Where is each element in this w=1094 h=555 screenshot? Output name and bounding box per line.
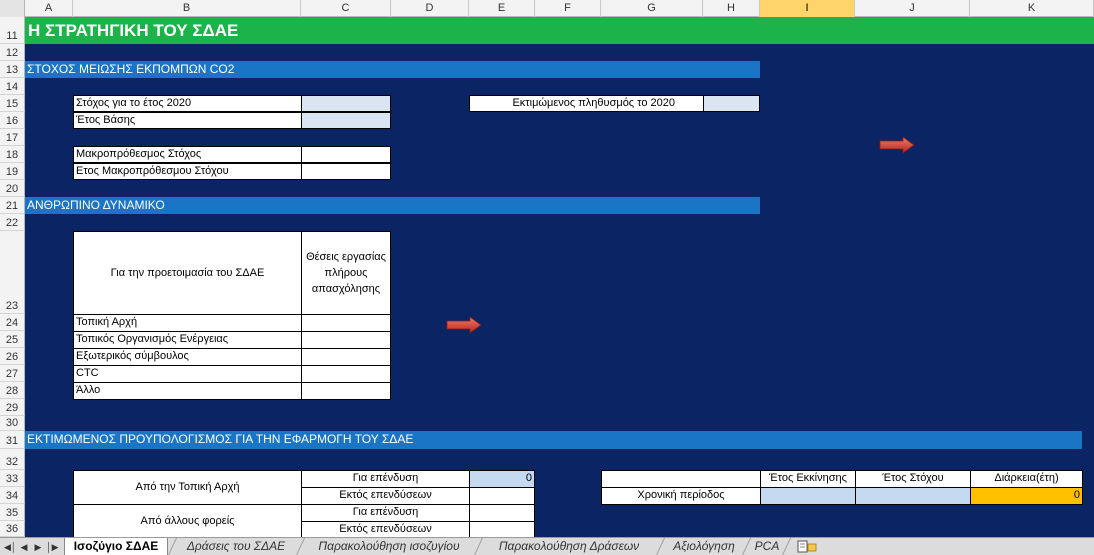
worksheet-grid[interactable]: Η ΣΤΡΑΤΗΓΙΚΗ ΤΟΥ ΣΔΑΕ ΣΤΟΧΟΣ ΜΕΙΩΣΗΣ ΕΚΠ… [25,17,1094,537]
section-heading-co2: ΣΤΟΧΟΣ ΜΕΙΩΣΗΣ ΕΚΠΟΜΠΩΝ CO2 [25,61,760,78]
period-target-year-input[interactable] [855,487,971,505]
row-header[interactable]: 13 [0,61,25,78]
staff-row-label: CTC [73,365,302,383]
row-header[interactable]: 34 [0,487,25,504]
staff-row-value[interactable] [301,331,391,349]
column-header-h[interactable]: H [703,0,760,17]
column-header-b[interactable]: B [73,0,301,17]
row-header[interactable]: 15 [0,95,25,112]
column-header-d[interactable]: D [391,0,469,17]
row-header[interactable]: 28 [0,382,25,399]
budget-other-bodies: Από άλλους φορείς [73,504,302,537]
label-base-year: Έτος Βάσης [73,112,302,129]
column-header-k[interactable]: K [970,0,1094,17]
row-header[interactable]: 32 [0,449,25,470]
period-label: Χρονική περίοδος [601,487,761,505]
next-sheet-icon[interactable]: ▶ [32,540,44,554]
row-header[interactable]: 12 [0,44,25,61]
input-long-term-target[interactable] [301,146,391,163]
period-header-blank [601,470,761,488]
staff-row-label: Άλλο [73,382,302,400]
column-header-c[interactable]: C [301,0,391,17]
insert-sheet-icon[interactable] [796,540,818,553]
row-header[interactable]: 35 [0,504,25,521]
staff-row-value[interactable] [301,348,391,366]
page-title: Η ΣΤΡΑΤΗΓΙΚΗ ΤΟΥ ΣΔΑΕ [25,17,1094,44]
row-header[interactable]: 11 [0,17,25,44]
staff-row-value[interactable] [301,365,391,383]
section-heading-staff: ΑΝΘΡΩΠΙΝΟ ΔΥΝΑΜΙΚΟ [25,197,760,214]
row-header[interactable]: 17 [0,129,25,146]
label-long-term-year: Ετος Μακροπρόθεσμου Στόχου [73,163,302,180]
first-sheet-icon[interactable]: ◀│ [4,540,17,554]
budget-other-non-investment-input[interactable] [469,521,535,537]
period-start-year-input[interactable] [760,487,856,505]
last-sheet-icon[interactable]: │▶ [46,540,59,554]
period-header-target-year: Έτος Στόχου [855,470,971,488]
column-header-g[interactable]: G [601,0,703,17]
tab-isozygio[interactable]: Ισοζύγιο ΣΔΑΕ [64,538,168,555]
period-header-duration: Διάρκεια(έτη) [970,470,1083,488]
column-header-f[interactable]: F [535,0,601,17]
tab-parakolouthisi-isozygiou[interactable]: Παρακολούθηση ισοζυγίου [304,538,474,555]
sheet-tab-bar: ◀│ ◀ ▶ │▶ Ισοζύγιο ΣΔΑΕ Δράσεις του ΣΔΑΕ… [0,537,1094,555]
row-header[interactable]: 26 [0,348,25,365]
row-header[interactable]: 29 [0,399,25,416]
tab-parakolouthisi-draseon[interactable]: Παρακολούθηση Δράσεων [482,538,656,555]
column-header-e[interactable]: E [469,0,535,17]
staff-row-label: Τοπικός Οργανισμός Ενέργειας [73,331,302,349]
input-target-2020[interactable] [301,95,391,112]
row-header[interactable]: 23 [0,231,25,314]
input-population-2020[interactable] [703,95,760,112]
row-header[interactable]: 24 [0,314,25,331]
tab-draseis[interactable]: Δράσεις του ΣΔΑΕ [176,538,296,555]
row-header[interactable]: 14 [0,78,25,95]
prev-sheet-icon[interactable]: ◀ [18,540,30,554]
row-header[interactable]: 20 [0,180,25,197]
row-header[interactable]: 36 [0,521,25,537]
label-long-term-target: Μακροπρόθεσμος Στόχος [73,146,302,163]
label-target-2020: Στόχος για το έτος 2020 [73,95,302,112]
input-base-year[interactable] [301,112,391,129]
select-all-corner[interactable] [0,0,25,17]
budget-local-authority: Από την Τοπική Αρχή [73,470,302,505]
period-header-start-year: Έτος Εκκίνησης [760,470,856,488]
row-header[interactable]: 33 [0,470,25,487]
column-header-j[interactable]: J [855,0,970,17]
section-heading-budget: ΕΚΤΙΜΩΜΕΝΟΣ ΠΡΟΥΠΟΛΟΓΙΣΜΟΣ ΓΙΑ ΤΗΝ ΕΦΑΡΜ… [25,431,1082,449]
budget-non-investment-label: Εκτός επενδύσεων [301,521,470,537]
tab-pca[interactable]: PCA [750,538,784,555]
right-arrow-icon [446,316,482,334]
row-header[interactable]: 27 [0,365,25,382]
staff-row-value[interactable] [301,314,391,332]
staff-header-right: Θέσεις εργασίας πλήρους απασχόλησης [301,231,391,315]
row-header[interactable]: 21 [0,197,25,214]
budget-other-investment-input[interactable] [469,504,535,522]
budget-non-investment-label: Εκτός επενδύσεων [301,487,470,505]
column-header-bar: A B C D E F G H I J K [25,0,1094,17]
row-header[interactable]: 22 [0,214,25,231]
tab-axiologisi[interactable]: Αξιολόγηση [664,538,744,555]
input-long-term-year[interactable] [301,163,391,180]
staff-header-left: Για την προετοιμασία του ΣΔΑΕ [73,231,302,315]
row-header[interactable]: 25 [0,331,25,348]
row-header[interactable]: 30 [0,416,25,431]
staff-row-label: Εξωτερικός σύμβουλος [73,348,302,366]
budget-local-investment-input[interactable]: 0 [469,470,535,488]
right-arrow-icon [879,136,915,154]
budget-local-non-investment-input[interactable] [469,487,535,505]
budget-investment-label: Για επένδυση [301,504,470,522]
staff-row-label: Τοπική Αρχή [73,314,302,332]
period-duration-value: 0 [970,487,1083,505]
row-header[interactable]: 19 [0,163,25,180]
row-header[interactable]: 31 [0,431,25,449]
column-header-a[interactable]: A [25,0,73,17]
row-header[interactable]: 18 [0,146,25,163]
row-header[interactable]: 16 [0,112,25,129]
column-header-i[interactable]: I [760,0,855,17]
label-population-2020: Εκτιμώμενος πληθυσμός το 2020 [469,95,704,112]
budget-investment-label: Για επένδυση [301,470,470,488]
staff-row-value[interactable] [301,382,391,400]
